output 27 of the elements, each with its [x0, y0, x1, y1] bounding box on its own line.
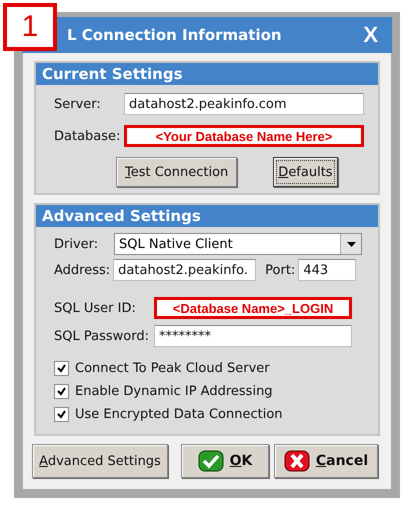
annotation-box: <Your Database Name Here> — [124, 125, 364, 147]
checkbox-label: Use Encrypted Data Connection — [75, 407, 283, 422]
field-label: SQL User ID: — [54, 300, 137, 316]
window-title: L Connection Information — [67, 26, 282, 44]
field-label: Server: — [54, 96, 102, 112]
input-field[interactable]: 443 — [298, 259, 356, 281]
checkbox-label: Enable Dynamic IP Addressing — [75, 384, 273, 399]
panel-header: Current Settings — [36, 63, 378, 85]
password-field[interactable]: ******** — [154, 325, 352, 347]
input-field[interactable]: datahost2.peakinfo.com — [124, 93, 364, 115]
step-badge: 1 — [3, 3, 57, 51]
dialog-button[interactable]: Defaults — [273, 157, 338, 187]
field-label: Driver: — [54, 236, 100, 252]
dialog-button[interactable]: Test Connection — [116, 157, 238, 187]
close-button[interactable]: X — [363, 22, 378, 48]
field-label: SQL Password: — [54, 328, 148, 344]
field-label: Address: — [54, 262, 110, 278]
field-label: Port: — [265, 262, 296, 278]
input-field[interactable]: datahost2.peakinfo. — [113, 259, 256, 281]
advanced-settings-button[interactable]: Advanced Settings — [32, 444, 168, 478]
checkbox-label: Connect To Peak Cloud Server — [75, 361, 270, 376]
ok-button[interactable]: OK — [181, 444, 269, 478]
cancel-button[interactable]: Cancel — [274, 444, 378, 478]
driver-dropdown[interactable]: SQL Native Client — [114, 233, 362, 255]
annotation-box: <Database Name>_LOGIN — [154, 297, 352, 319]
panel-header: Advanced Settings — [36, 205, 378, 227]
field-label: Database: — [54, 128, 118, 144]
